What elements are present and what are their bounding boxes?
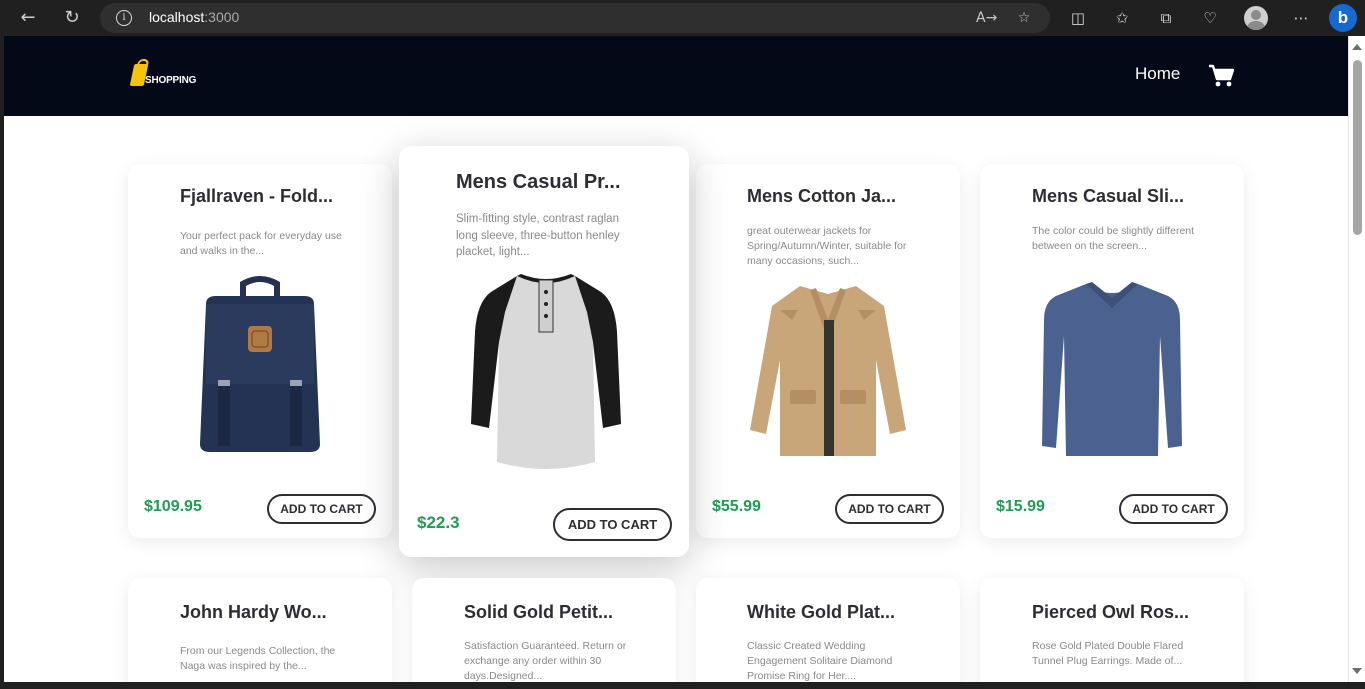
- more-menu-icon[interactable]: ⋯: [1289, 6, 1313, 30]
- product-description: From our Legends Collection, the Naga wa…: [180, 645, 336, 672]
- product-card[interactable]: John Hardy Wo... From our Legends Collec…: [128, 578, 392, 682]
- back-icon[interactable]: ←: [16, 6, 40, 30]
- product-card[interactable]: Solid Gold Petit... Satisfaction Guarant…: [412, 578, 676, 682]
- product-card[interactable]: White Gold Plat... Classic Created Weddi…: [696, 578, 960, 682]
- read-aloud-icon[interactable]: A→: [976, 8, 997, 28]
- product-price: $22.3: [417, 513, 460, 532]
- backpack-image[interactable]: [196, 274, 324, 456]
- product-title[interactable]: Fjallraven - Fold...: [180, 186, 333, 207]
- refresh-icon[interactable]: ↻: [60, 6, 84, 30]
- jacket-image[interactable]: [748, 280, 908, 460]
- product-description: great outerwear jackets for Spring/Autum…: [747, 225, 907, 267]
- product-card[interactable]: Mens Cotton Ja... great outerwear jacket…: [696, 164, 960, 538]
- split-screen-icon[interactable]: ◫: [1066, 6, 1090, 30]
- add-to-cart-button[interactable]: ADD TO CART: [1119, 494, 1228, 524]
- favorites-icon[interactable]: ✩: [1110, 6, 1134, 30]
- shop-logo[interactable]: SHOPPING: [129, 60, 202, 94]
- product-card[interactable]: Mens Casual Sli... The color could be sl…: [980, 164, 1244, 538]
- url-host: localhost: [149, 9, 205, 25]
- product-title[interactable]: White Gold Plat...: [747, 602, 895, 623]
- address-bar[interactable]: i localhost:3000 A→ ☆: [100, 3, 1050, 33]
- raglan-shirt-image[interactable]: [469, 272, 623, 472]
- scroll-thumb[interactable]: [1353, 60, 1362, 235]
- scroll-up-arrow-icon[interactable]: [1352, 44, 1362, 50]
- product-title[interactable]: John Hardy Wo...: [180, 602, 327, 623]
- product-card[interactable]: Fjallraven - Fold... Your perfect pack f…: [128, 164, 392, 538]
- product-price: $55.99: [712, 498, 761, 515]
- copilot-icon[interactable]: b: [1329, 4, 1357, 32]
- product-description: Slim-fitting style, contrast raglan long…: [456, 213, 620, 258]
- product-price: $15.99: [996, 498, 1045, 515]
- product-price: $109.95: [144, 498, 202, 515]
- browser-essentials-icon[interactable]: ♡: [1198, 6, 1222, 30]
- window-bottom-edge: [0, 682, 1365, 689]
- product-title[interactable]: Pierced Owl Ros...: [1032, 602, 1189, 623]
- collections-icon[interactable]: ⧉: [1154, 6, 1178, 30]
- profile-avatar[interactable]: [1244, 6, 1268, 30]
- product-title[interactable]: Mens Cotton Ja...: [747, 186, 896, 207]
- url-text: localhost:3000: [149, 9, 239, 25]
- url-port: :3000: [204, 9, 240, 25]
- site-info-icon[interactable]: i: [116, 10, 132, 26]
- page-scrollbar[interactable]: [1348, 36, 1365, 682]
- product-description: Your perfect pack for everyday use and w…: [180, 230, 342, 257]
- product-title[interactable]: Solid Gold Petit...: [464, 602, 613, 623]
- page-viewport: SHOPPING Home Fjallraven - Fold... Your …: [4, 36, 1348, 682]
- favorite-star-icon[interactable]: ☆: [1014, 8, 1034, 28]
- add-to-cart-button[interactable]: ADD TO CART: [553, 508, 672, 541]
- site-header: SHOPPING Home: [4, 36, 1348, 116]
- product-title[interactable]: Mens Casual Sli...: [1032, 186, 1184, 207]
- product-card[interactable]: Pierced Owl Ros... Rose Gold Plated Doub…: [980, 578, 1244, 682]
- add-to-cart-button[interactable]: ADD TO CART: [835, 494, 944, 524]
- logo-text: SHOPPING: [145, 75, 197, 86]
- long-sleeve-shirt-image[interactable]: [1040, 280, 1184, 462]
- product-description: Satisfaction Guaranteed. Return or excha…: [464, 640, 627, 682]
- product-title[interactable]: Mens Casual Pr...: [456, 171, 621, 194]
- product-description: Rose Gold Plated Double Flared Tunnel Pl…: [1032, 640, 1184, 667]
- add-to-cart-button[interactable]: ADD TO CART: [267, 494, 376, 524]
- browser-toolbar: ← ↻ i localhost:3000 A→ ☆ ◫ ✩ ⧉ ♡ ⋯ b: [0, 0, 1365, 36]
- product-card-featured[interactable]: Mens Casual Pr... Slim-fitting style, co…: [399, 146, 689, 557]
- product-description: The color could be slightly different be…: [1032, 225, 1195, 252]
- cart-icon[interactable]: [1208, 64, 1234, 88]
- nav-home-link[interactable]: Home: [1135, 64, 1180, 84]
- product-description: Classic Created Wedding Engagement Solit…: [747, 640, 893, 682]
- scroll-down-arrow-icon[interactable]: [1352, 668, 1362, 674]
